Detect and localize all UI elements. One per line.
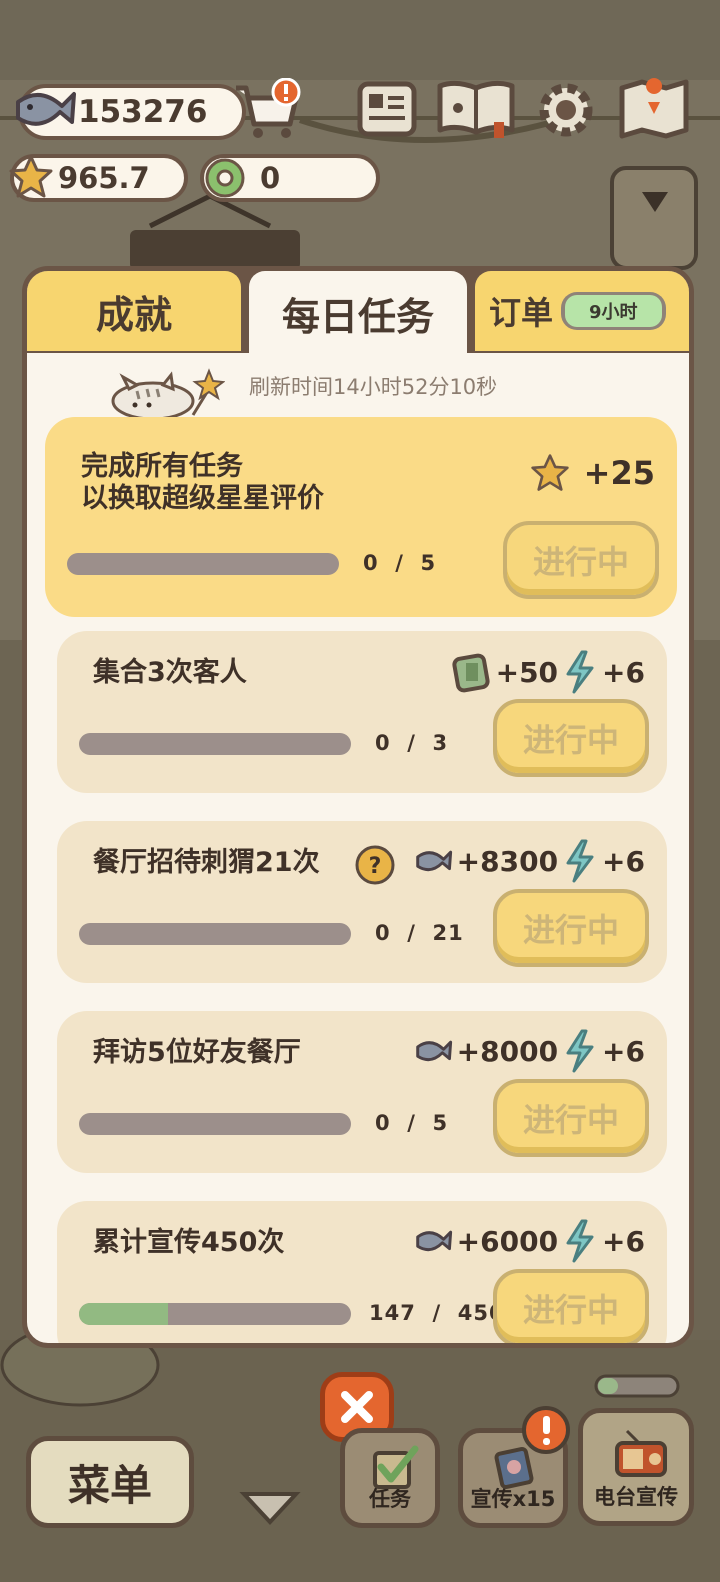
task-progress-text: 147 / 450 — [369, 1301, 505, 1325]
reward-amount-energy: +6 — [602, 1224, 645, 1258]
task-card: 餐厅招待刺猬21次 ? +8300 +6 0 / 21 进行中 — [57, 821, 667, 983]
menu-button-label: 菜单 — [67, 1460, 152, 1510]
task-status-button[interactable]: 进行中 — [493, 1269, 649, 1343]
reward-amount-energy: +6 — [602, 844, 645, 878]
task-progress-text: 0 / 5 — [363, 551, 437, 575]
fish-icon — [415, 1040, 452, 1062]
lightning-icon — [566, 839, 594, 883]
fish-count: 153276 — [78, 94, 208, 130]
task-status-label: 进行中 — [522, 1291, 619, 1329]
task-card: 集合3次客人 +50 +6 0 / 3 进行中 — [57, 631, 667, 793]
task-status-button[interactable]: 进行中 — [493, 699, 649, 777]
orders-timer-badge: 9小时 — [561, 292, 666, 330]
task-progress-text: 0 / 5 — [375, 1111, 449, 1135]
task-status-button[interactable]: 进行中 — [503, 521, 659, 599]
svg-text:?: ? — [369, 854, 382, 879]
tab-achievements-label: 成就 — [95, 292, 172, 337]
settings-gear-icon[interactable] — [534, 78, 598, 142]
help-icon[interactable]: ? — [353, 843, 397, 887]
task-reward: +8300 +6 — [413, 839, 645, 883]
tasks-button[interactable]: 任务 — [340, 1428, 440, 1528]
close-icon — [341, 1391, 373, 1423]
cat-mascot-icon — [111, 368, 225, 421]
task-status-label: 进行中 — [532, 543, 629, 581]
task-status-button[interactable]: 进行中 — [493, 1079, 649, 1157]
task-status-button[interactable]: 进行中 — [493, 889, 649, 967]
task-progress-bar — [67, 553, 339, 575]
lightning-icon — [566, 1219, 594, 1263]
reward-amount: +50 — [495, 655, 559, 689]
task-card: 拜访5位好友餐厅 +8000 +6 0 / 5 进行中 — [57, 1011, 667, 1173]
reward-amount-energy: +6 — [602, 655, 645, 689]
task-progress-bar — [79, 1303, 351, 1325]
tab-daily-tasks-label: 每日任务 — [281, 294, 434, 339]
star-rating: 965.7 — [58, 161, 150, 195]
fish-icon — [415, 850, 452, 872]
fish-icon — [16, 92, 76, 126]
lightning-icon — [566, 1029, 594, 1073]
reward-amount-energy: +6 — [602, 1034, 645, 1068]
task-progress-bar — [79, 923, 351, 945]
tab-daily-tasks[interactable]: 每日任务 — [249, 271, 467, 355]
tab-orders[interactable]: 订单 9小时 — [475, 271, 689, 351]
lightning-icon — [566, 650, 594, 694]
radio-icon — [615, 1429, 667, 1477]
task-status-label: 进行中 — [522, 721, 619, 759]
donut-icon — [205, 158, 245, 198]
task-progress-text: 0 / 21 — [375, 921, 464, 945]
tab-orders-label: 订单 — [489, 294, 554, 332]
task-name: 拜访5位好友餐厅 — [93, 1037, 301, 1068]
task-reward: +25 — [530, 453, 655, 493]
checklist-icon — [373, 1445, 419, 1489]
task-card-complete-all: 完成所有任务 以换取超级星星评价 +25 0 / 5 进行中 — [45, 417, 677, 617]
star-icon — [530, 454, 569, 491]
reward-amount: +8000 — [456, 1034, 559, 1068]
task-name: 完成所有任务 以换取超级星星评价 — [81, 451, 324, 514]
task-status-label: 进行中 — [522, 911, 619, 949]
donut-count: 0 — [260, 161, 281, 195]
task-card: 累计宣传450次 +6000 +6 147 / 450 进行中 — [57, 1201, 667, 1343]
newspaper-icon[interactable] — [356, 80, 418, 138]
reward-amount: +25 — [583, 454, 655, 492]
task-name: 累计宣传450次 — [93, 1227, 285, 1258]
alert-badge-icon — [522, 1406, 570, 1454]
menu-button[interactable]: 菜单 — [26, 1436, 194, 1528]
reward-amount: +6000 — [456, 1224, 559, 1258]
ticket-icon — [452, 653, 490, 693]
shop-cart-icon[interactable] — [232, 78, 304, 142]
task-name: 集合3次客人 — [93, 657, 247, 688]
reward-amount: +8300 — [456, 844, 559, 878]
radio-promote-button[interactable]: 电台宣传 — [578, 1408, 694, 1526]
tab-achievements[interactable]: 成就 — [27, 271, 241, 351]
task-progress-fill — [79, 1303, 168, 1325]
fish-icon — [415, 1230, 452, 1252]
orders-timer-text: 9小时 — [565, 295, 662, 327]
task-progress-bar — [79, 733, 351, 755]
refresh-timer: 刷新时间14小时52分10秒 — [249, 375, 498, 399]
map-icon[interactable] — [618, 78, 690, 140]
star-icon — [9, 155, 53, 198]
task-reward: +50 +6 — [450, 649, 645, 695]
task-reward: +6000 +6 — [413, 1219, 645, 1263]
task-progress-bar — [79, 1113, 351, 1135]
paw-book-icon[interactable] — [436, 78, 516, 140]
task-reward: +8000 +6 — [413, 1029, 645, 1073]
task-status-label: 进行中 — [522, 1101, 619, 1139]
task-progress-text: 0 / 3 — [375, 731, 449, 755]
task-panel: 成就 每日任务 订单 9小时 刷新时间14小时52分10秒 完成所有任务 以换取… — [22, 266, 694, 1348]
task-name: 餐厅招待刺猬21次 — [93, 847, 320, 878]
radio-promote-label: 电台宣传 — [594, 1485, 678, 1509]
